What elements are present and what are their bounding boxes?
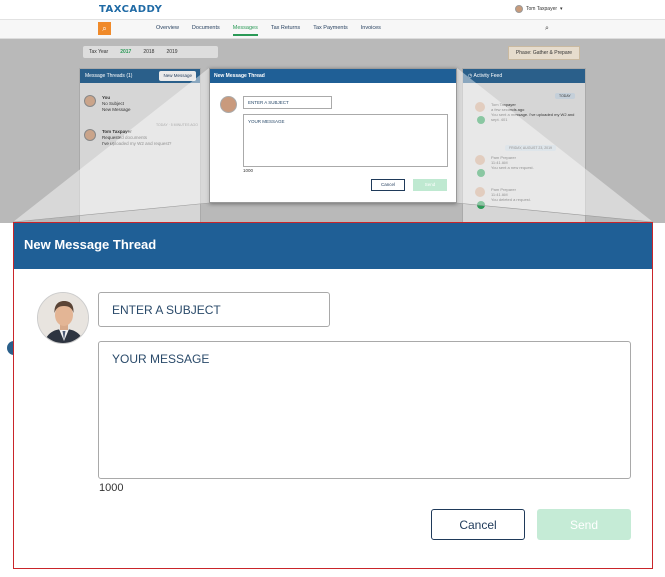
user-avatar: [515, 5, 523, 13]
avatar: [37, 292, 89, 344]
modal-thumbnail-avatar: [220, 96, 237, 113]
modal-thumbnail-message[interactable]: YOUR MESSAGE: [243, 114, 448, 167]
taxcaddy-logo: TAXCADDY: [99, 4, 163, 15]
year-2019[interactable]: 2019: [166, 49, 177, 55]
activity-header: ◷ Activity Feed: [463, 69, 585, 83]
threads-header: Message Threads (1) New Message: [80, 69, 200, 83]
nav-messages[interactable]: Messages: [232, 25, 258, 36]
nav-tax-returns[interactable]: Tax Returns: [271, 25, 300, 36]
nav-documents[interactable]: Documents: [192, 25, 220, 36]
year-2018[interactable]: 2018: [143, 49, 154, 55]
main-nav: ⌕ Overview Documents Messages Tax Return…: [0, 20, 665, 39]
modal-header: New Message Thread: [14, 223, 652, 269]
modal-thumbnail-send[interactable]: Send: [413, 179, 447, 191]
send-button[interactable]: Send: [537, 509, 631, 540]
nav-items: Overview Documents Messages Tax Returns …: [156, 25, 381, 36]
request-icon: [477, 169, 485, 177]
activity-text: You deleted a request.: [491, 197, 531, 202]
thread-avatar: [84, 129, 96, 141]
modal-thumbnail-cancel[interactable]: Cancel: [371, 179, 405, 191]
modal-thumbnail-subject[interactable]: ENTER A SUBJECT: [243, 96, 332, 109]
message-input[interactable]: [98, 341, 631, 479]
delete-icon: [477, 201, 485, 209]
character-counter: 1000: [99, 482, 124, 494]
activity-avatar: [475, 155, 485, 165]
activity-title: Activity Feed: [473, 73, 503, 79]
user-photo-icon: [38, 293, 88, 343]
search-icon[interactable]: ⌕: [545, 25, 549, 33]
subject-input[interactable]: [98, 292, 330, 327]
modal-thumbnail-count: 1000: [243, 168, 254, 173]
day-label-date: FRIDAY, AUGUST 23, 2019: [505, 145, 556, 151]
user-name: Tom Taxpayer: [526, 6, 558, 12]
message-threads-panel: Message Threads (1) New Message You No S…: [79, 68, 201, 223]
thread-preview: New Message: [102, 107, 131, 112]
day-label-today: TODAY: [555, 93, 575, 99]
new-message-button[interactable]: New Message: [159, 71, 196, 81]
modal-title: New Message Thread: [24, 237, 157, 252]
activity-avatar: [475, 102, 485, 112]
search-docs-icon[interactable]: ⌕: [98, 22, 111, 35]
new-message-thread-modal: New Message Thread 1000 Cancel Send: [13, 222, 653, 569]
user-menu[interactable]: Tom Taxpayer ▾: [515, 4, 563, 14]
nav-tax-payments[interactable]: Tax Payments: [313, 25, 348, 36]
activity-feed-panel: ◷ Activity Feed TODAY Tom Taxpayer a few…: [462, 68, 586, 223]
nav-invoices[interactable]: Invoices: [361, 25, 381, 36]
thread-avatar: [84, 95, 96, 107]
top-bar: TAXCADDY Tom Taxpayer ▾: [0, 0, 665, 20]
chevron-down-icon: ▾: [560, 6, 563, 12]
activity-text: You sent a message. I've uploaded my W2 …: [491, 112, 575, 122]
activity-text: You sent a new request.: [491, 165, 534, 170]
phase-badge: Phase: Gather & Prepare: [508, 46, 580, 60]
nav-overview[interactable]: Overview: [156, 25, 179, 36]
thread-date: TODAY · 5 MINUTES AGO: [155, 123, 198, 127]
message-icon: [477, 116, 485, 124]
modal-thumbnail: New Message Thread ENTER A SUBJECT YOUR …: [209, 68, 457, 203]
tax-year-label: Tax Year: [89, 49, 109, 55]
threads-title: Message Threads (1): [85, 73, 133, 79]
activity-avatar: [475, 187, 485, 197]
thread-preview: I've uploaded my W2 and request?: [102, 141, 172, 146]
cancel-button[interactable]: Cancel: [431, 509, 525, 540]
screenshot-stage: TAXCADDY Tom Taxpayer ▾ ⌕ Overview Docum…: [0, 0, 665, 577]
year-2017[interactable]: 2017: [120, 49, 131, 55]
modal-thumbnail-title: New Message Thread: [210, 69, 456, 83]
tax-year-selector: Tax Year 2017 2018 2019: [83, 46, 218, 58]
